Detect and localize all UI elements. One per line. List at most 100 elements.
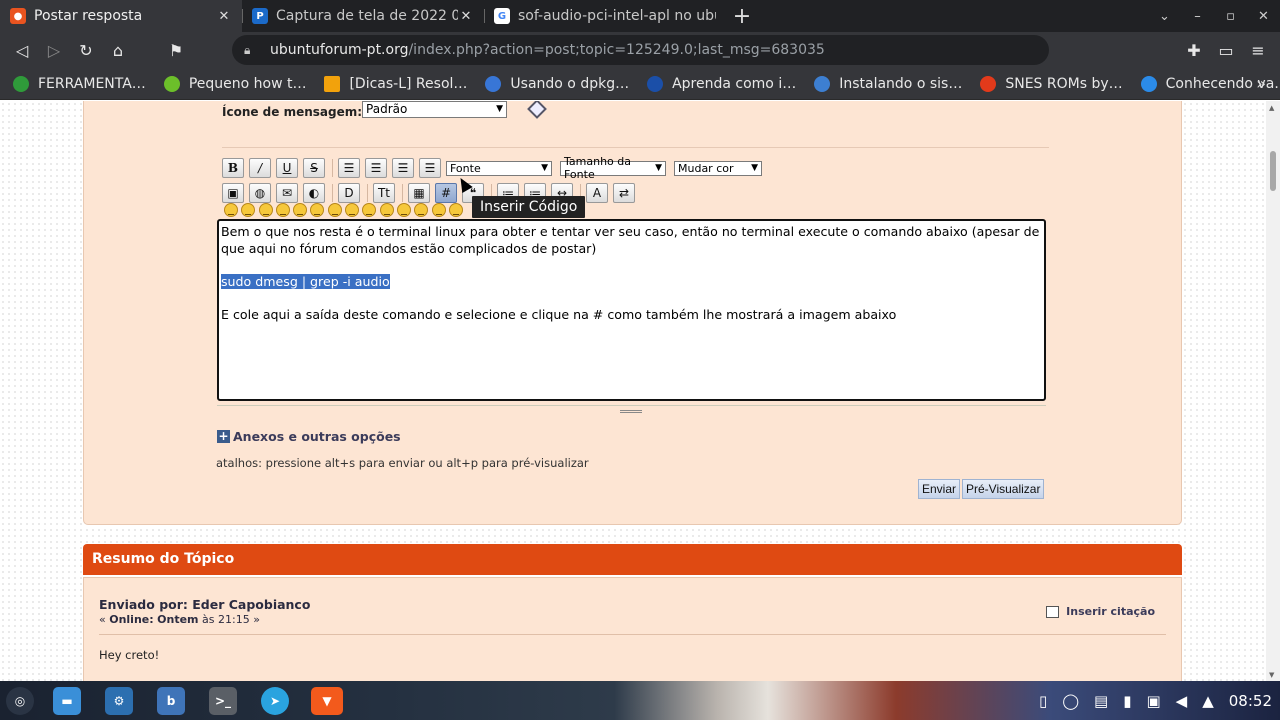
- smiley-icon[interactable]: [293, 203, 308, 217]
- smiley-icon[interactable]: [224, 203, 238, 217]
- smiley-icon[interactable]: [327, 203, 342, 217]
- bookmark-icon[interactable]: ⚑: [160, 34, 192, 66]
- bookmark-ferramenta[interactable]: FERRAMENTA…: [13, 75, 146, 92]
- align-justify-button[interactable]: ☰: [338, 158, 360, 178]
- bold-button[interactable]: B: [222, 158, 244, 178]
- reload-icon[interactable]: ↻: [70, 34, 102, 66]
- smiley-icon[interactable]: [414, 203, 429, 217]
- bookmark-label: FERRAMENTA…: [38, 75, 146, 92]
- forward-icon[interactable]: ▷: [38, 34, 70, 66]
- usb-icon[interactable]: ▮: [1123, 692, 1131, 710]
- preview-button[interactable]: Pré-Visualizar: [962, 479, 1045, 499]
- bookmark-icon: [163, 75, 180, 92]
- back-icon[interactable]: ◁: [6, 34, 38, 66]
- smiley-icon[interactable]: [362, 203, 377, 217]
- message-textarea[interactable]: Bem o que nos resta é o terminal linux p…: [217, 219, 1046, 401]
- smiley-icon[interactable]: [275, 203, 290, 217]
- textarea-resize-bar[interactable]: [217, 401, 1046, 406]
- insert-ftp-button[interactable]: ◐: [303, 183, 325, 203]
- font-size-value: Tamanho da Fonte: [564, 155, 631, 181]
- bookmark-label: Pequeno how t…: [188, 75, 307, 92]
- close-tab-icon[interactable]: ✕: [216, 9, 232, 24]
- font-size-select[interactable]: Tamanho da Fonte ▼: [560, 155, 666, 181]
- insert-code-button[interactable]: #: [435, 183, 457, 203]
- scroll-up-icon[interactable]: ▲: [1269, 104, 1274, 112]
- chevron-down-icon: ▼: [655, 163, 662, 173]
- maximize-icon[interactable]: ▫: [1214, 9, 1247, 24]
- teletype-button[interactable]: Tt: [373, 183, 395, 203]
- resize-grip-icon[interactable]: [620, 410, 642, 413]
- start-menu-icon[interactable]: ◎: [6, 687, 34, 715]
- extensions-icon[interactable]: ✚: [1178, 34, 1210, 66]
- insert-image-button[interactable]: ▣: [222, 183, 244, 203]
- bookmark-snes[interactable]: SNES ROMs by…: [980, 75, 1123, 92]
- scroll-thumb[interactable]: [1270, 151, 1276, 191]
- settings-icon[interactable]: ⚙: [105, 687, 133, 715]
- file-manager-icon[interactable]: ▬: [53, 687, 81, 715]
- tab-captura[interactable]: P Captura de tela de 2022 04 0… ✕: [242, 0, 484, 32]
- bookmark-aprenda[interactable]: Aprenda como i…: [647, 75, 796, 92]
- menu-icon[interactable]: ≡: [1242, 34, 1274, 66]
- network-icon[interactable]: ▣: [1146, 692, 1160, 710]
- smiley-icon[interactable]: [431, 203, 446, 217]
- biglinux-icon[interactable]: b: [157, 687, 185, 715]
- address-bar[interactable]: 🔒︎ ubuntuforum-pt.org/index.php?action=p…: [232, 35, 1049, 65]
- close-window-icon[interactable]: ✕: [1247, 9, 1280, 24]
- insert-quote-link[interactable]: Inserir citação: [1046, 605, 1155, 618]
- brave-browser-icon[interactable]: ▼: [311, 687, 343, 715]
- tab-sof-audio[interactable]: G sof-audio-pci-intel-apl no ubu…: [484, 0, 726, 32]
- insert-email-button[interactable]: ✉: [276, 183, 298, 203]
- align-center-button[interactable]: ☰: [392, 158, 414, 178]
- bookmark-dicas-l[interactable]: [Dicas-L] Resol…: [324, 75, 467, 92]
- bookmark-dpkg[interactable]: Usando o dpkg…: [485, 75, 629, 92]
- workspace-icon[interactable]: ▯: [1039, 692, 1047, 710]
- smiley-icon[interactable]: [379, 203, 394, 217]
- close-tab-icon[interactable]: ✕: [458, 9, 474, 24]
- smiley-icon[interactable]: [258, 203, 273, 217]
- clipboard-icon[interactable]: ▤: [1094, 692, 1108, 710]
- tab-bar: ● Postar resposta ✕ P Captura de tela de…: [0, 0, 1280, 32]
- attachments-toggle[interactable]: + Anexos e outras opções: [217, 429, 401, 444]
- smiley-icon[interactable]: [448, 203, 463, 217]
- new-tab-button[interactable]: +: [726, 0, 758, 32]
- message-icon-select[interactable]: Padrão ▼: [362, 101, 508, 118]
- bookmark-instalando[interactable]: Instalando o sis…: [814, 75, 962, 92]
- smiley-icon[interactable]: [310, 203, 325, 217]
- toggle-view-button[interactable]: ⇄: [613, 183, 635, 203]
- chevron-down-icon: ▼: [496, 104, 504, 114]
- volume-icon[interactable]: ◀: [1176, 692, 1188, 710]
- bookmark-pequeno-how[interactable]: Pequeno how t…: [163, 75, 307, 92]
- telegram-icon[interactable]: ➤: [261, 687, 289, 715]
- smiley-icon[interactable]: [345, 203, 360, 217]
- font-select-value: Fonte: [450, 161, 481, 175]
- underline-button[interactable]: U: [276, 158, 298, 178]
- insert-table-button[interactable]: ▦: [408, 183, 430, 203]
- strikethrough-button[interactable]: S: [303, 158, 325, 178]
- shortcuts-hint: atalhos: pressione alt+s para enviar ou …: [216, 456, 589, 470]
- smiley-icon[interactable]: [241, 203, 256, 217]
- smiley-icon[interactable]: [396, 203, 411, 217]
- align-left-button[interactable]: ☰: [365, 158, 387, 178]
- remove-format-button[interactable]: A: [586, 183, 608, 203]
- color-select[interactable]: Mudar cor ▼: [674, 160, 762, 176]
- wallet-icon[interactable]: ▭: [1210, 34, 1242, 66]
- font-select[interactable]: Fonte ▼: [446, 160, 552, 176]
- toolbar-separator: [332, 184, 333, 202]
- home-icon[interactable]: ⌂: [102, 34, 134, 66]
- more-bookmarks-icon[interactable]: »: [1256, 74, 1266, 93]
- check-icon[interactable]: ◯: [1062, 692, 1079, 710]
- insert-link-button[interactable]: ◍: [249, 183, 271, 203]
- tab-postar-resposta[interactable]: ● Postar resposta ✕: [0, 0, 242, 32]
- minimize-icon[interactable]: –: [1181, 9, 1214, 24]
- send-button[interactable]: Enviar: [918, 479, 961, 499]
- page-scrollbar[interactable]: ▲ ▼: [1266, 101, 1280, 681]
- tab-search-icon[interactable]: ⌄: [1148, 9, 1181, 24]
- italic-button[interactable]: /: [249, 158, 271, 178]
- tray-expand-icon[interactable]: ▲: [1202, 692, 1214, 710]
- terminal-icon[interactable]: >_: [209, 687, 237, 715]
- insert-flash-button[interactable]: D: [338, 183, 360, 203]
- align-right-button[interactable]: ☰: [419, 158, 441, 178]
- system-tray: ▯ ◯ ▤ ▮ ▣ ◀ ▲ 08:52: [1024, 681, 1272, 720]
- clock[interactable]: 08:52: [1229, 692, 1272, 710]
- scroll-down-icon[interactable]: ▼: [1269, 671, 1274, 679]
